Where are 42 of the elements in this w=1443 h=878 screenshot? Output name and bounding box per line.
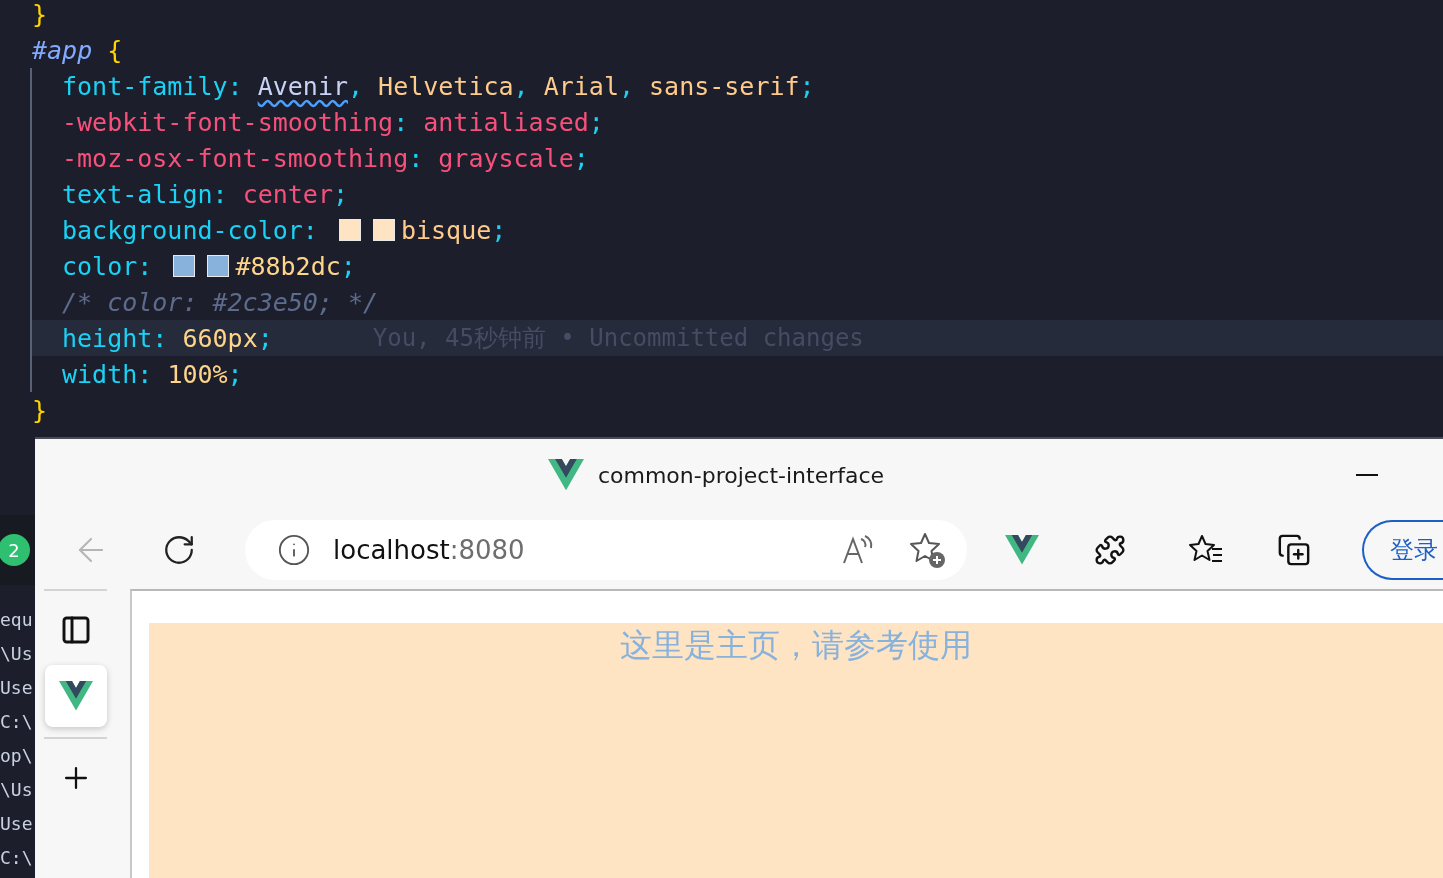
refresh-icon: [162, 533, 196, 567]
copy-plus-icon: [1277, 533, 1311, 567]
vue-logo-icon: [58, 681, 93, 711]
color-swatch-icon[interactable]: [372, 219, 395, 241]
code-text: font-family: Avenir, Helvetica, Arial, sans-serif;: [62, 71, 815, 101]
puzzle-icon: [1094, 534, 1126, 566]
terminal-text: C:\: [0, 846, 34, 870]
color-swatch-icon[interactable]: [207, 255, 230, 277]
code-text: #app {: [32, 35, 123, 65]
page-heading: 这里是主页，请参考使用: [620, 625, 972, 666]
terminal-text: C:\: [0, 710, 34, 734]
terminal-text: Use: [0, 676, 34, 700]
code-text: -webkit-font-smoothing: antialiased;: [62, 107, 604, 137]
code-text: text-align: center;: [62, 179, 348, 209]
code-text: background-color:: [62, 215, 319, 245]
code-text: color:: [62, 251, 154, 281]
terminal-text: equ: [0, 608, 34, 632]
code-text: }: [32, 395, 48, 425]
terminal-text: op\: [0, 744, 34, 768]
terminal-text: \Us: [0, 778, 34, 802]
info-icon: [277, 533, 311, 567]
code-text: /* color: #2c3e50; */: [62, 287, 379, 317]
vue-logo-icon: [1005, 535, 1039, 565]
terminal-text: \Us: [0, 642, 34, 666]
minimize-icon: [1356, 473, 1378, 477]
code-text: width: 100%;: [62, 359, 243, 389]
code-text: #88b2dc;: [235, 251, 356, 281]
vue-logo-icon: [547, 459, 584, 491]
address-bar[interactable]: localhost:8080: [245, 520, 967, 580]
code-text: height: 660px;: [62, 323, 273, 353]
vertical-tab[interactable]: [44, 665, 107, 727]
url-text: localhost:8080: [333, 535, 526, 565]
sign-in-button[interactable]: 登录: [1362, 520, 1443, 580]
code-text: bisque;: [400, 215, 507, 245]
window-title: common-project-interface: [597, 462, 885, 488]
count-badge: 2: [0, 534, 30, 566]
add-favorite-icon[interactable]: [909, 531, 947, 569]
color-swatch-icon[interactable]: [338, 219, 361, 241]
code-text: -moz-osx-font-smoothing: grayscale;: [62, 143, 589, 173]
terminal-text: Use: [0, 812, 34, 836]
code-text: }: [32, 0, 48, 29]
color-swatch-icon[interactable]: [173, 255, 196, 277]
